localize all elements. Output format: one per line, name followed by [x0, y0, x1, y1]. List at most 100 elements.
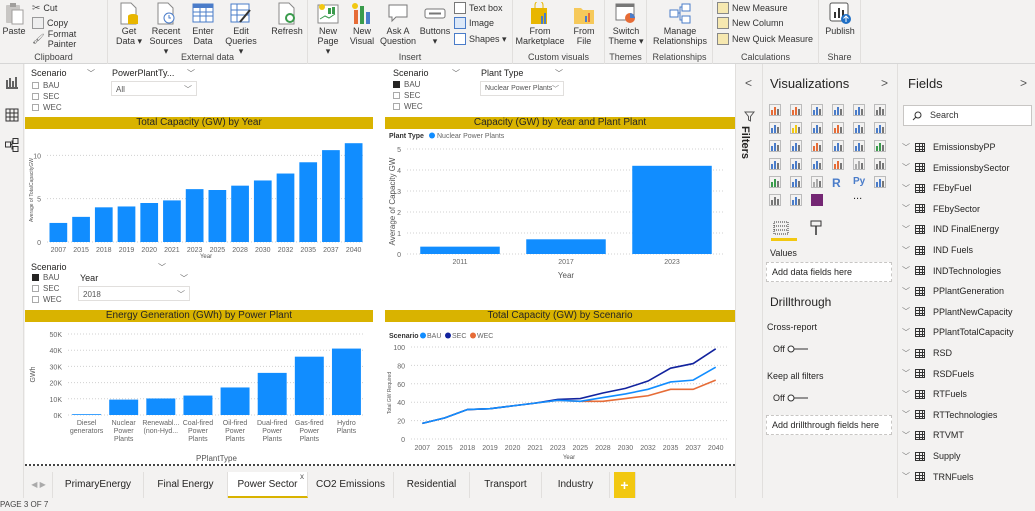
checkbox[interactable]: [32, 296, 39, 303]
checkbox[interactable]: [32, 82, 39, 89]
python-visual-visual-icon[interactable]: Py: [853, 176, 865, 188]
field-table-item[interactable]: ﹀ RSDFuels: [902, 367, 974, 381]
chevron-down-icon[interactable]: ﹀: [902, 430, 912, 441]
more-visuals-icon[interactable]: ...: [853, 190, 865, 202]
switch-theme-button[interactable]: Switch Theme ▾: [607, 2, 645, 46]
get-data-button[interactable]: Get Data ▾: [114, 2, 144, 46]
paint-roller-icon[interactable]: [810, 220, 822, 239]
card-visual-icon[interactable]: [832, 158, 844, 170]
field-table-item[interactable]: ﹀ PPlantTotalCapacity: [902, 325, 1014, 339]
new-column-button[interactable]: New Column: [717, 15, 784, 31]
image-button[interactable]: Image: [454, 15, 494, 31]
chevron-down-icon[interactable]: ﹀: [902, 245, 912, 256]
scenario-option-sec[interactable]: SEC: [32, 284, 59, 293]
scatter-visual-icon[interactable]: [790, 140, 802, 152]
values-drop-zone[interactable]: Add data fields here: [766, 262, 892, 282]
chevron-down-icon[interactable]: ﹀: [902, 224, 912, 235]
total-capacity-by-scenario-chart[interactable]: 0204060801002007 2015 2018 2019 2020 2021 2023…: [385, 323, 735, 463]
new-page-button[interactable]: New Page ▾: [314, 2, 342, 56]
chevron-down-icon[interactable]: ﹀: [187, 68, 195, 79]
recent-sources-button[interactable]: Recent Sources ▾: [148, 2, 184, 56]
publish-button[interactable]: Publish: [821, 2, 859, 36]
gauge-visual-icon[interactable]: [811, 158, 823, 170]
100pct-bar-visual-icon[interactable]: [853, 104, 865, 116]
field-table-item[interactable]: ﹀ FEbyFuel: [902, 181, 972, 195]
energy-generation-chart[interactable]: 0K 10K 20K 30K 40K 50K Dieselgenerators Nuclear…: [25, 323, 373, 463]
area-visual-icon[interactable]: [790, 122, 802, 134]
field-table-item[interactable]: ﹀ PPlantNewCapacity: [902, 305, 1013, 319]
refresh-button[interactable]: Refresh: [270, 2, 304, 36]
chevron-down-icon[interactable]: ﹀: [902, 471, 912, 482]
add-page-button[interactable]: +: [614, 472, 636, 498]
tab-industry[interactable]: Industry: [542, 472, 610, 498]
scenario-option-bau[interactable]: BAU: [32, 81, 59, 90]
field-table-item[interactable]: ﹀ IND Fuels: [902, 243, 973, 257]
chevron-down-icon[interactable]: ﹀: [902, 142, 912, 153]
100pct-column-visual-icon[interactable]: [874, 104, 886, 116]
scenario-option-wec[interactable]: WEC: [32, 103, 62, 112]
from-file-button[interactable]: From File: [569, 2, 599, 46]
chevron-down-icon[interactable]: ﹀: [902, 409, 912, 420]
capacity-by-year-plant-chart[interactable]: 0 1 2 3 4 5 2011 2017 2023 Year Average of Capacit…: [385, 130, 735, 280]
chevron-down-icon[interactable]: ﹀: [902, 327, 912, 338]
scenario-option-sec[interactable]: SEC: [32, 92, 59, 101]
line-column-visual-icon[interactable]: [832, 122, 844, 134]
custom-visual-visual-icon[interactable]: [811, 194, 823, 206]
chevron-down-icon[interactable]: ﹀: [902, 203, 912, 214]
funnel-visual-icon[interactable]: [790, 158, 802, 170]
chevron-down-icon[interactable]: ﹀: [158, 262, 166, 273]
new-quick-measure-button[interactable]: New Quick Measure: [717, 31, 813, 47]
field-table-item[interactable]: ﹀ FEbySector: [902, 202, 980, 216]
chevron-right-icon[interactable]: >: [881, 76, 888, 90]
multi-row-card-visual-icon[interactable]: [853, 158, 865, 170]
model-view-icon[interactable]: [5, 138, 19, 152]
field-table-item[interactable]: ﹀ EmissionsbyPP: [902, 140, 996, 154]
checkbox[interactable]: [32, 93, 39, 100]
scenario-option-sec[interactable]: SEC: [393, 91, 420, 100]
line-visual-icon[interactable]: [769, 122, 781, 134]
chevron-down-icon[interactable]: ﹀: [902, 368, 912, 379]
chevron-down-icon[interactable]: ﹀: [902, 265, 912, 276]
fields-search-input[interactable]: Search: [903, 105, 1032, 126]
stacked-column-visual-icon[interactable]: [790, 104, 802, 116]
matrix-visual-icon[interactable]: [811, 176, 823, 188]
checkbox-checked[interactable]: [32, 274, 39, 281]
fields-well-icon[interactable]: [773, 221, 789, 238]
total-capacity-by-year-chart[interactable]: 05102007 2015 2018 2019 2020 2021 2023 2025 2028…: [25, 130, 373, 260]
treemap-visual-icon[interactable]: [853, 140, 865, 152]
chevron-down-icon[interactable]: ﹀: [902, 389, 912, 400]
table-visual-icon[interactable]: [790, 176, 802, 188]
field-table-item[interactable]: ﹀ IND FinalEnergy: [902, 222, 999, 236]
scenario-option-bau[interactable]: BAU: [393, 80, 420, 89]
chevron-down-icon[interactable]: ﹀: [555, 68, 563, 79]
key-influencers-visual-icon[interactable]: [874, 176, 886, 188]
scenario-option-wec[interactable]: WEC: [32, 295, 62, 304]
checkbox[interactable]: [32, 285, 39, 292]
text-box-button[interactable]: Text box: [454, 0, 503, 16]
slicer-visual-icon[interactable]: [769, 176, 781, 188]
cross-report-toggle[interactable]: Off: [773, 344, 809, 354]
data-view-icon[interactable]: [5, 108, 19, 122]
field-table-item[interactable]: ﹀ RTVMT: [902, 428, 964, 442]
year-dropdown[interactable]: 2018 ﹀: [78, 286, 190, 301]
field-table-item[interactable]: ﹀ RTFuels: [902, 387, 967, 401]
tab-co2-emissions[interactable]: CO2 Emissions: [308, 472, 394, 498]
plant-type-dropdown[interactable]: Nuclear Power Plants ﹀: [480, 81, 564, 96]
scenario-option-wec[interactable]: WEC: [393, 102, 423, 111]
chevron-down-icon[interactable]: ﹀: [180, 273, 188, 284]
qa-visual-icon[interactable]: [769, 194, 781, 206]
keep-filters-toggle[interactable]: Off: [773, 393, 809, 403]
arcgis-visual-icon[interactable]: [790, 194, 802, 206]
checkbox[interactable]: [32, 104, 39, 111]
new-visual-button[interactable]: New Visual: [348, 2, 376, 46]
field-table-item[interactable]: ﹀ PPlantGeneration: [902, 284, 1004, 298]
tab-final-energy[interactable]: Final Energy: [144, 472, 228, 498]
chevron-down-icon[interactable]: ﹀: [902, 183, 912, 194]
chevron-down-icon[interactable]: ﹀: [902, 286, 912, 297]
filters-label[interactable]: Filters: [739, 126, 751, 159]
map-visual-icon[interactable]: [874, 140, 886, 152]
chevron-right-icon[interactable]: >: [1020, 76, 1027, 90]
filled-map-visual-icon[interactable]: [769, 158, 781, 170]
format-painter-button[interactable]: 🖌 Format Painter: [32, 29, 107, 49]
checkbox[interactable]: [393, 92, 400, 99]
